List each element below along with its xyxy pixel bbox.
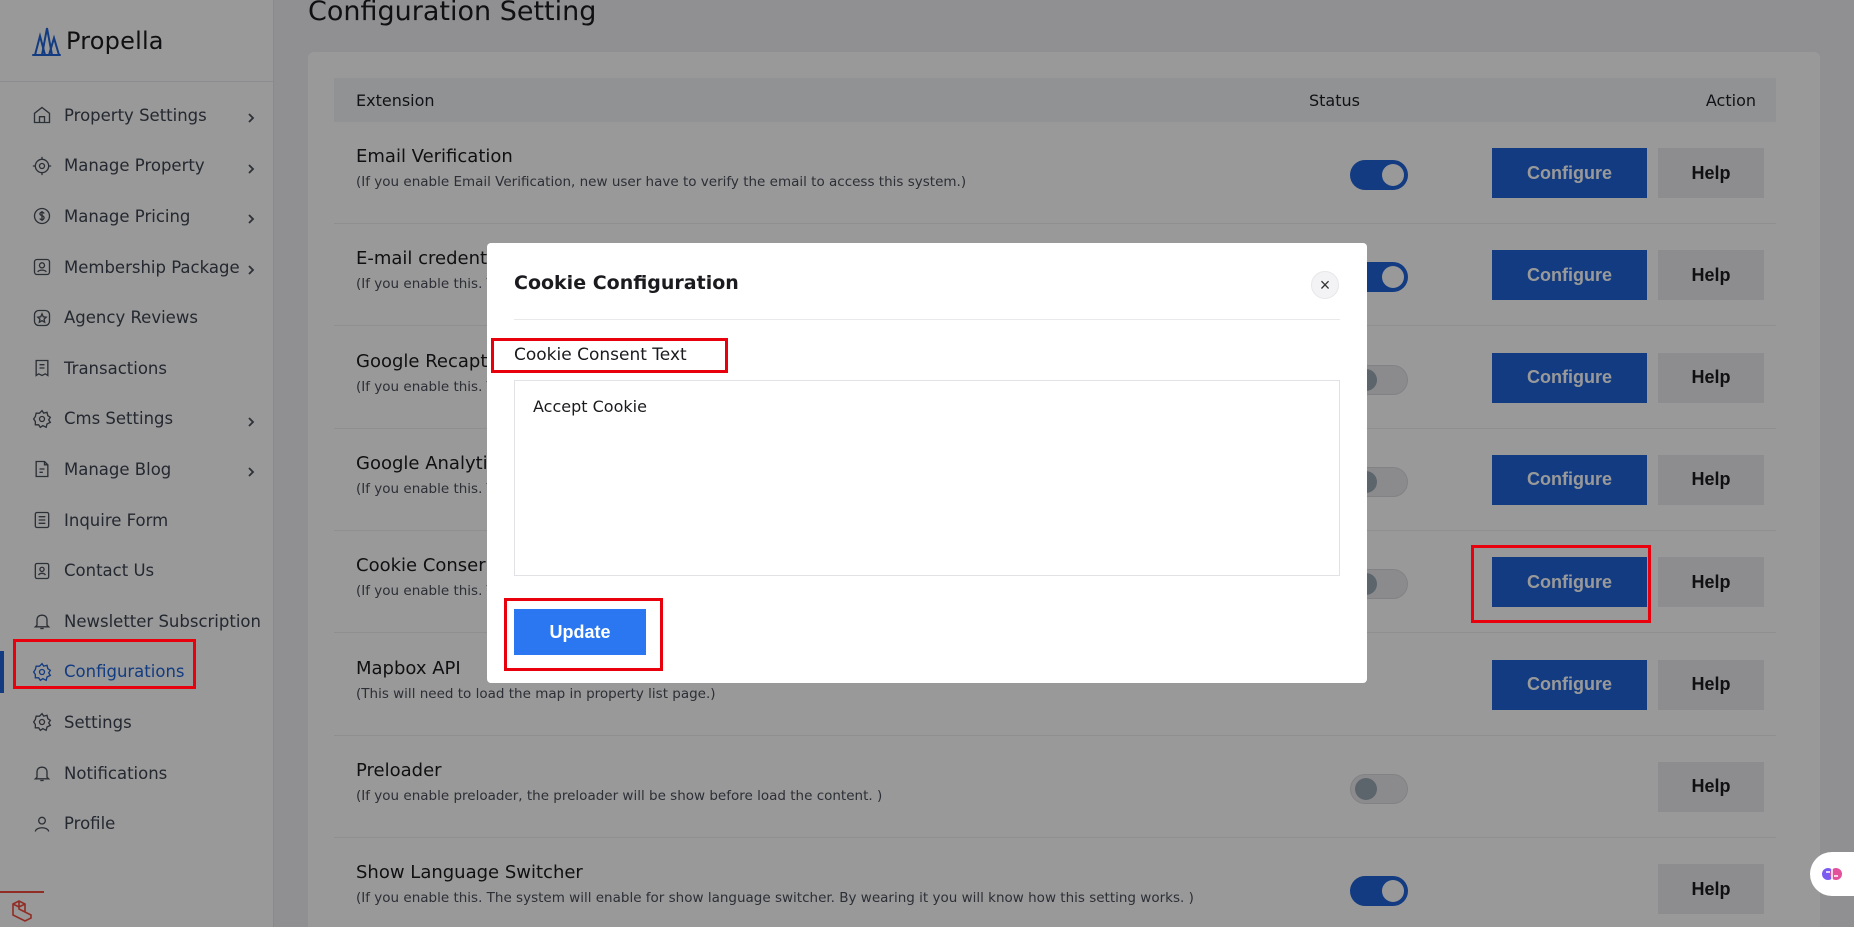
cookie-consent-text-label: Cookie Consent Text bbox=[514, 345, 687, 365]
modal-divider bbox=[514, 319, 1340, 320]
assistant-brain-icon[interactable] bbox=[1810, 852, 1854, 896]
close-icon[interactable]: × bbox=[1311, 271, 1339, 299]
modal-title: Cookie Configuration bbox=[514, 272, 739, 294]
cookie-configuration-modal: Cookie Configuration × Cookie Consent Te… bbox=[487, 243, 1367, 683]
cookie-consent-text-input[interactable]: Accept Cookie bbox=[514, 380, 1340, 576]
update-button[interactable]: Update bbox=[514, 609, 646, 655]
